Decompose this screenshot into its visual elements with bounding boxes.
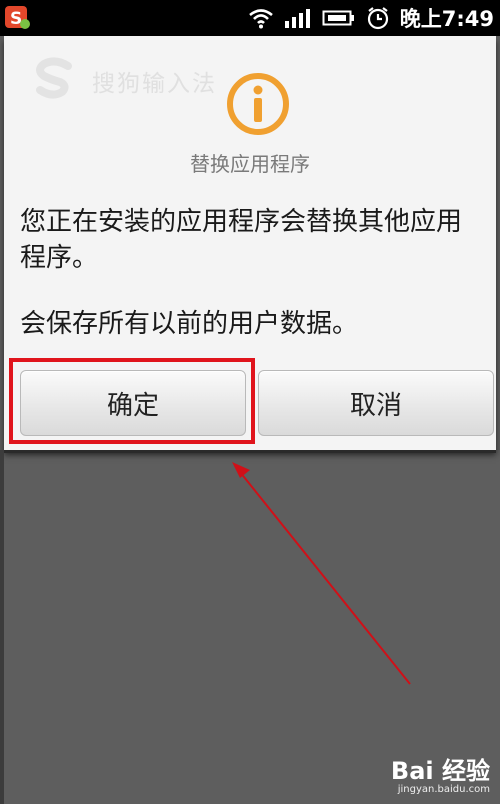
left-edge-shadow	[0, 450, 4, 804]
svg-text:S: S	[10, 9, 22, 29]
background-app-title: 搜狗输入法	[92, 71, 217, 97]
status-time: 晚上7:49	[399, 7, 494, 31]
alarm-icon	[367, 7, 388, 30]
status-bar: S 晚上7:49	[0, 0, 500, 36]
wifi-icon	[248, 9, 273, 29]
sogou-input-icon: S	[5, 6, 30, 29]
dialog-message-line2: 会保存所有以前的用户数据。	[20, 309, 359, 339]
sogou-logo-icon	[36, 57, 72, 99]
annotation-highlight-box	[9, 358, 255, 444]
battery-icon	[322, 10, 354, 26]
dialog-title: 替换应用程序	[190, 152, 310, 176]
baidu-jingyan-watermark: Bai 经验 jingyan.baidu.com	[350, 758, 490, 798]
dialog-message-line1: 您正在安装的应用程序会替换其他应用程序。	[20, 207, 463, 273]
info-icon	[227, 73, 289, 135]
signal-icon	[284, 9, 310, 28]
dialog-message: 您正在安装的应用程序会替换其他应用程序。 会保存所有以前的用户数据。	[20, 204, 486, 342]
screen: S 晚上7:49 搜狗输入法 替换应用程序 您正在安装的应用程序会替换其他应用程…	[0, 0, 500, 804]
status-icons: 晚上7:49	[248, 0, 494, 36]
cancel-button[interactable]: 取消	[258, 370, 494, 436]
baidu-url: jingyan.baidu.com	[397, 784, 490, 795]
baidu-logo: Bai 经验	[390, 757, 490, 785]
